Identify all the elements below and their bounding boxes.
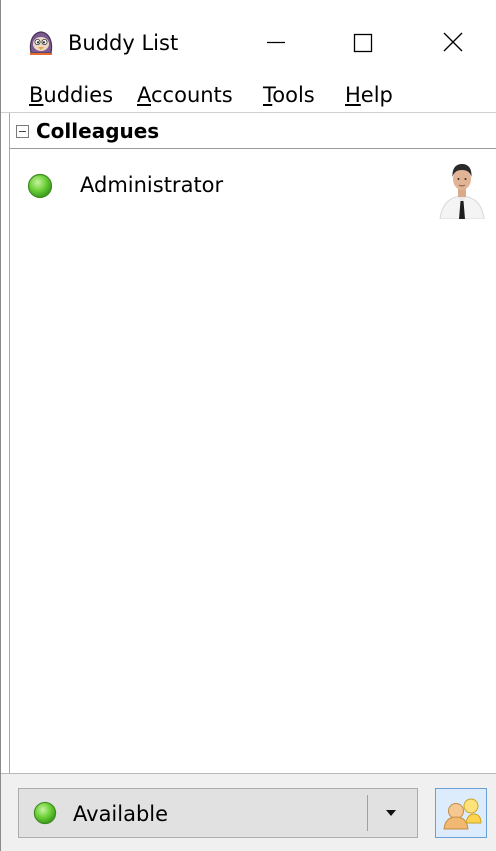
title-bar[interactable]: Buddy List [1,0,496,80]
group-name: Colleagues [36,119,160,143]
window-title: Buddy List [68,31,179,55]
status-bar: Available [1,773,496,851]
minimize-icon [267,41,285,44]
buddy-row-administrator[interactable]: Administrator [10,153,496,225]
collapse-toggle[interactable] [16,125,29,138]
menu-label: ools [272,83,315,107]
buddy-list-window: Buddy List Buddies Accounts Tools Help C [0,0,496,851]
available-status-icon [33,801,57,825]
menu-help[interactable]: Help [345,80,393,110]
menu-accounts[interactable]: Accounts [137,80,233,110]
menu-bar: Buddies Accounts Tools Help [1,76,496,112]
menu-label: uddies [43,83,114,107]
menu-mnemonic: B [29,83,44,107]
close-button[interactable] [423,20,483,64]
close-icon [443,32,463,52]
status-icons [443,798,482,830]
buddy-name: Administrator [80,173,224,197]
status-selector[interactable]: Available [18,788,418,838]
pidgin-icon [29,31,53,55]
chevron-down-icon[interactable] [383,807,399,819]
status-label: Available [73,802,169,826]
combo-divider [367,795,368,831]
menu-label: elp [360,83,393,107]
menu-label: ccounts [151,83,233,107]
group-separator [10,148,496,149]
menu-mnemonic: T [263,83,273,107]
maximize-button[interactable] [333,20,393,64]
maximize-icon [353,33,373,53]
menu-buddies[interactable]: Buddies [29,80,113,110]
buddy-avatar [434,155,490,219]
available-status-icon [27,173,53,199]
menu-mnemonic: H [345,83,361,107]
minimize-button[interactable] [245,20,305,64]
menu-mnemonic: A [137,83,151,107]
accounts-status-button[interactable] [435,788,487,838]
menu-tools[interactable]: Tools [263,80,315,110]
buddy-list-tree[interactable]: Colleagues Administrator [9,113,496,773]
group-row-colleagues[interactable]: Colleagues [10,113,496,149]
